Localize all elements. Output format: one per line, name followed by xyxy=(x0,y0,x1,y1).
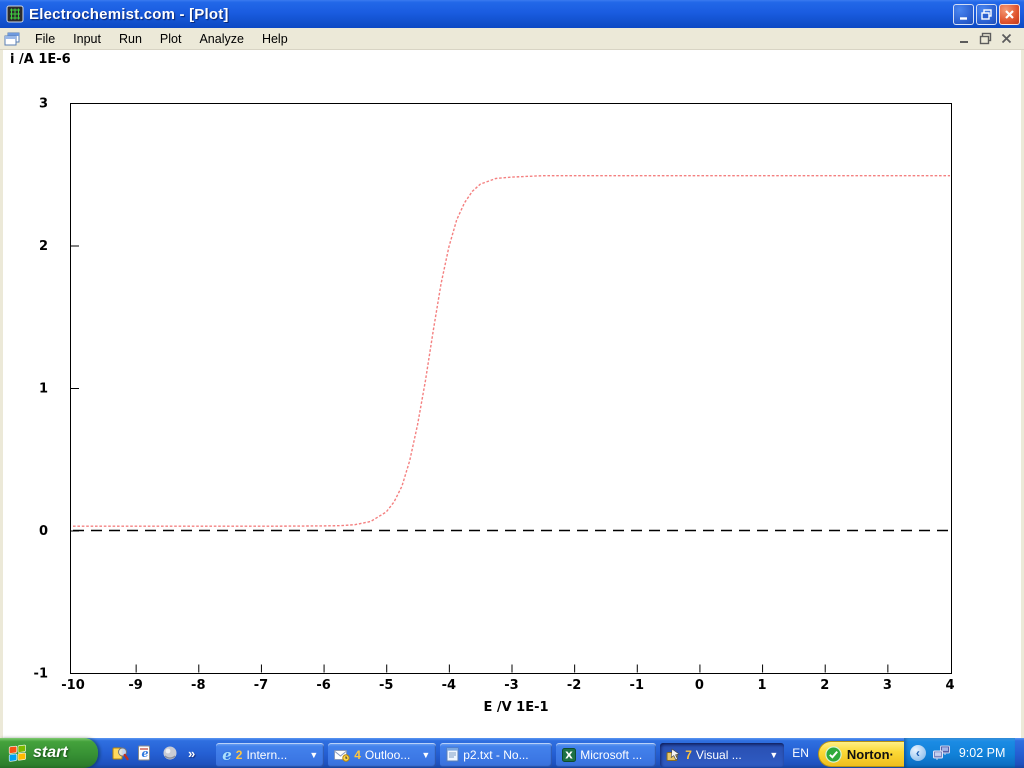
x-tick-label: -6 xyxy=(316,678,330,693)
window-group-count: 7 xyxy=(685,748,692,762)
x-tick-label: -2 xyxy=(567,678,581,693)
x-tick-label: -1 xyxy=(630,678,644,693)
window-title: Electrochemist.com - [Plot] xyxy=(29,6,953,23)
x-tick-label: 3 xyxy=(883,678,892,693)
language-indicator[interactable]: EN xyxy=(792,746,809,760)
plot-app-icon xyxy=(6,5,24,23)
taskbar: start e » e2Intern...▼4Outloo...▼p2.txt … xyxy=(0,738,1024,768)
window-group-count: 4 xyxy=(354,748,361,762)
quick-launch-bar: e » xyxy=(98,744,204,762)
visual-icon xyxy=(666,748,681,762)
notepad-icon xyxy=(446,747,459,762)
group-dropdown-arrow-icon[interactable]: ▼ xyxy=(305,750,318,760)
taskbar-button-label: Microsoft ... xyxy=(580,748,642,762)
taskbar-button-p2-txt-no[interactable]: p2.txt - No... xyxy=(440,743,552,767)
start-button-label: start xyxy=(33,744,68,762)
voltammogram-plot: -10-9-8-7-6-5-4-3-2-1012343210-1i /A 1E-… xyxy=(0,50,1024,738)
plot-frame xyxy=(71,104,952,674)
menu-bar: FileInputRunPlotAnalyzeHelp xyxy=(0,28,1024,50)
x-tick-label: -9 xyxy=(128,678,142,693)
taskbar-button-label: Visual ... xyxy=(696,748,742,762)
x-tick-label: -4 xyxy=(442,678,456,693)
group-dropdown-arrow-icon[interactable]: ▼ xyxy=(765,750,778,760)
quick-launch-overflow-chevron[interactable]: » xyxy=(188,746,195,761)
quick-launch-player-icon[interactable] xyxy=(161,744,179,762)
restore-button[interactable] xyxy=(976,4,997,25)
x-tick-label: 4 xyxy=(945,678,954,693)
taskbar-button-label: Outloo... xyxy=(365,748,410,762)
menu-item-plot[interactable]: Plot xyxy=(151,30,191,48)
y-tick-label: 2 xyxy=(39,239,48,254)
minimize-icon xyxy=(957,8,970,21)
taskbar-buttons: e2Intern... ▼ 4 Outloo... ▼ p2.txt - No... X Mi… xyxy=(216,740,788,767)
restore-icon xyxy=(980,8,993,21)
mdi-window-controls xyxy=(957,32,1014,45)
y-tick-label: -1 xyxy=(34,667,48,682)
x-tick-label: -3 xyxy=(504,678,518,693)
x-tick-label: -5 xyxy=(379,678,393,693)
mdi-minimize-icon[interactable] xyxy=(957,32,972,45)
close-icon xyxy=(1003,8,1016,21)
menu-item-run[interactable]: Run xyxy=(110,30,151,48)
internet-explorer-icon: e xyxy=(222,748,232,762)
system-tray: ‹ 9:02 PM xyxy=(904,738,1016,768)
outlook-icon xyxy=(334,748,350,762)
y-tick-label: 3 xyxy=(39,97,48,112)
x-tick-label: -7 xyxy=(254,678,268,693)
y-tick-label: 1 xyxy=(39,382,48,397)
x-tick-label: 1 xyxy=(758,678,767,693)
x-tick-label: -8 xyxy=(191,678,205,693)
tray-collapse-chevron-icon[interactable]: ‹ xyxy=(910,745,926,761)
menu-items: FileInputRunPlotAnalyzeHelp xyxy=(26,30,957,48)
menu-item-help[interactable]: Help xyxy=(253,30,297,48)
y-tick-label: 0 xyxy=(39,524,48,539)
network-status-icon[interactable] xyxy=(932,745,951,761)
menu-item-file[interactable]: File xyxy=(26,30,64,48)
norton-badge[interactable]: Norton· xyxy=(818,741,904,767)
menu-item-input[interactable]: Input xyxy=(64,30,110,48)
plot-client-area: -10-9-8-7-6-5-4-3-2-1012343210-1i /A 1E-… xyxy=(0,50,1024,738)
taskbar-button-label: Intern... xyxy=(246,748,287,762)
series-steady-state-voltammogram xyxy=(73,176,950,527)
mdi-close-icon[interactable] xyxy=(999,32,1014,45)
minimize-button[interactable] xyxy=(953,4,974,25)
x-tick-label: 2 xyxy=(820,678,829,693)
taskbar-button-outloo[interactable]: 4 Outloo... ▼ xyxy=(328,743,436,767)
tray-clock: 9:02 PM xyxy=(959,746,1006,760)
norton-check-icon xyxy=(825,746,842,763)
x-axis-title: E /V 1E-1 xyxy=(483,700,548,715)
svg-text:X: X xyxy=(565,750,573,761)
taskbar-button-visual[interactable]: 7 Visual ... ▼ xyxy=(660,743,784,767)
quick-launch-search-icon[interactable] xyxy=(111,744,129,762)
taskbar-button-intern[interactable]: e2Intern... ▼ xyxy=(216,743,324,767)
mdi-restore-icon[interactable] xyxy=(978,32,993,45)
norton-label: Norton· xyxy=(847,747,894,762)
taskbar-button-label: p2.txt - No... xyxy=(463,748,528,762)
menu-item-analyze[interactable]: Analyze xyxy=(190,30,252,48)
window-group-count: 2 xyxy=(236,748,243,762)
windows-logo-icon xyxy=(8,744,27,763)
quick-launch-browser-icon[interactable]: e xyxy=(136,744,154,762)
close-button[interactable] xyxy=(999,4,1020,25)
start-button[interactable]: start xyxy=(0,738,98,768)
desktop: Electrochemist.com - [Plot] FileInputRun… xyxy=(0,0,1024,768)
mdi-child-window-icon xyxy=(4,32,20,46)
window-titlebar: Electrochemist.com - [Plot] xyxy=(0,0,1024,28)
x-tick-label: -10 xyxy=(61,678,85,693)
taskbar-button-microsoft[interactable]: X Microsoft ... xyxy=(556,743,656,767)
y-axis-title: i /A 1E-6 xyxy=(10,52,71,67)
excel-icon: X xyxy=(562,748,576,762)
group-dropdown-arrow-icon[interactable]: ▼ xyxy=(417,750,430,760)
x-tick-label: 0 xyxy=(695,678,704,693)
